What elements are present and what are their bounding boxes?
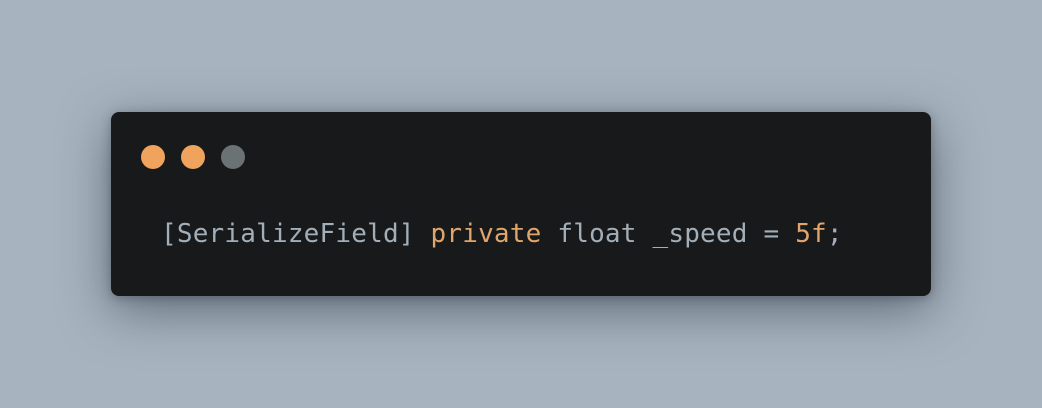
code-identifier: _speed xyxy=(652,219,748,249)
code-operator: = xyxy=(763,219,780,249)
minimize-dot-icon[interactable] xyxy=(181,145,205,169)
code-line: [SerializeField] private float _speed = … xyxy=(161,216,843,252)
code-punctuation: ; xyxy=(826,219,843,249)
code-attribute: [SerializeField] xyxy=(161,219,415,249)
code-type-float: float xyxy=(557,219,637,249)
code-number: 5f xyxy=(795,219,827,249)
code-window: [SerializeField] private float _speed = … xyxy=(111,112,931,296)
window-controls xyxy=(141,145,245,169)
maximize-dot-icon[interactable] xyxy=(221,145,245,169)
background: { "window": { "controls": [ {"name": "cl… xyxy=(0,0,1042,408)
code-keyword-private: private xyxy=(430,219,542,249)
close-dot-icon[interactable] xyxy=(141,145,165,169)
